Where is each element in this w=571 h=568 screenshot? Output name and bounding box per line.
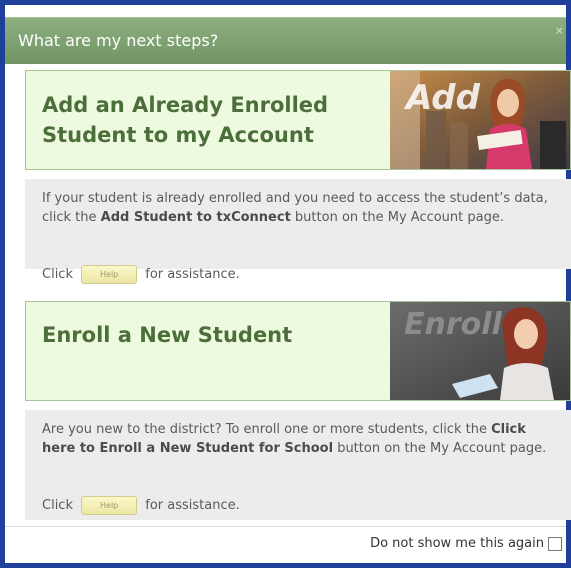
add-student-heading-line2: Student to my Account xyxy=(42,123,314,147)
add-student-text-post: button on the My Account page. xyxy=(290,210,504,225)
enroll-student-image: Enroll xyxy=(390,302,570,400)
add-student-heading: Add an Already Enrolled Student to my Ac… xyxy=(42,90,328,150)
add-student-heading-line1: Add an Already Enrolled xyxy=(42,93,329,117)
help-button[interactable]: Help xyxy=(81,496,138,515)
enroll-student-heading: Enroll a New Student xyxy=(42,323,293,347)
add-student-text-bold: Add Student to txConnect xyxy=(100,210,291,225)
click-label: Click xyxy=(42,267,73,282)
help-button[interactable]: Help xyxy=(81,265,138,284)
assistance-label: for assistance. xyxy=(145,267,240,282)
dialog-footer: Do not show me this again xyxy=(5,526,566,563)
enroll-student-card: Enroll a New Student Enroll xyxy=(25,301,571,401)
add-student-info: If your student is already enrolled and … xyxy=(25,179,571,284)
enroll-student-info: Are you new to the district? To enroll o… xyxy=(25,410,571,520)
assistance-label: for assistance. xyxy=(145,498,240,513)
next-steps-dialog: What are my next steps? × Add an Already… xyxy=(0,0,571,568)
enroll-student-text-pre: Are you new to the district? To enroll o… xyxy=(42,422,492,437)
dialog-top-strip xyxy=(5,5,566,17)
svg-text:Enroll: Enroll xyxy=(404,307,503,342)
dialog-titlebar: What are my next steps? × xyxy=(5,17,566,64)
add-student-help-row: Click Help for assistance. xyxy=(42,265,240,284)
svg-text:Add: Add xyxy=(403,78,481,118)
close-icon[interactable]: × xyxy=(555,24,564,37)
add-student-text: If your student is already enrolled and … xyxy=(42,189,562,227)
enroll-student-text: Are you new to the district? To enroll o… xyxy=(42,420,562,458)
enroll-student-text-post: button on the My Account page. xyxy=(333,441,547,456)
click-label: Click xyxy=(42,498,73,513)
add-student-image: Add xyxy=(390,71,570,169)
do-not-show-checkbox[interactable] xyxy=(548,537,562,551)
add-student-card: Add an Already Enrolled Student to my Ac… xyxy=(25,70,571,170)
enroll-student-help-row: Click Help for assistance. xyxy=(42,496,240,515)
do-not-show-label[interactable]: Do not show me this again xyxy=(370,536,544,551)
dialog-title: What are my next steps? xyxy=(18,31,219,50)
